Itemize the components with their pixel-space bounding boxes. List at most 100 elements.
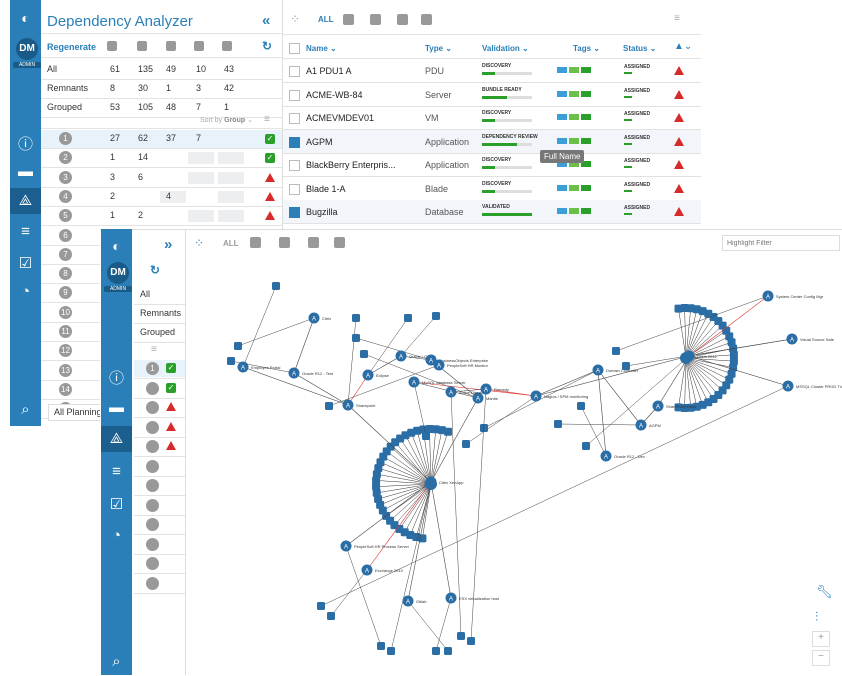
group-number[interactable]: 8: [59, 267, 72, 281]
col-status[interactable]: Status ⌄: [623, 44, 656, 53]
col-name[interactable]: Name ⌄: [306, 44, 337, 53]
row-checkbox[interactable]: [289, 113, 300, 124]
grid-filter-icon[interactable]: [370, 14, 381, 25]
zoom-out-button[interactable]: −: [812, 650, 830, 666]
row-checkbox[interactable]: [289, 207, 300, 218]
group-number[interactable]: 14: [59, 382, 72, 396]
group-number[interactable]: 13: [59, 363, 72, 377]
info-icon[interactable]: ⓘ: [10, 133, 41, 154]
filter-all-button[interactable]: ALL: [223, 239, 239, 248]
row-checkbox[interactable]: [289, 89, 300, 101]
pie-chart-icon[interactable]: ◔: [10, 283, 41, 300]
tag-chip[interactable]: [569, 184, 579, 191]
checkbox-icon[interactable]: ☑: [10, 254, 41, 272]
group-number[interactable]: [146, 459, 159, 473]
tag-chip[interactable]: [569, 137, 579, 144]
graph-filter-icon[interactable]: ⁘: [290, 12, 300, 26]
group-number[interactable]: 1: [146, 362, 159, 375]
group-number[interactable]: 5: [59, 209, 72, 223]
row-checkbox[interactable]: [289, 136, 300, 148]
row-checkbox[interactable]: [289, 160, 300, 171]
table-filter-icon[interactable]: ≡: [674, 13, 680, 24]
database-filter-icon[interactable]: [397, 14, 408, 25]
row-name[interactable]: ACME-WB-84: [306, 90, 363, 100]
tag-chip[interactable]: [581, 208, 591, 214]
dependency-icon[interactable]: ⟁: [10, 188, 41, 214]
tag-chip[interactable]: [581, 137, 591, 144]
group-label[interactable]: Remnants: [140, 308, 181, 318]
search-icon[interactable]: ⌕: [10, 401, 41, 418]
row-name[interactable]: Bugzilla: [306, 207, 338, 217]
select-all-checkbox[interactable]: [289, 43, 300, 54]
group-number[interactable]: [146, 557, 159, 570]
bars-icon[interactable]: ≡: [101, 463, 132, 480]
avatar[interactable]: DM: [16, 38, 38, 60]
filter-all-button[interactable]: ALL: [318, 15, 334, 24]
row-checkbox[interactable]: [289, 183, 300, 195]
search-icon[interactable]: ⌕: [101, 653, 132, 670]
col-type[interactable]: Type ⌄: [425, 44, 452, 53]
group-number[interactable]: [146, 440, 159, 453]
group-number[interactable]: [146, 498, 159, 512]
group-number[interactable]: 1: [59, 132, 72, 145]
expand-button[interactable]: »: [164, 236, 172, 253]
highlight-filter-input[interactable]: [722, 235, 840, 251]
row-name[interactable]: A1 PDU1 A: [306, 66, 352, 76]
server-filter-icon[interactable]: [250, 237, 261, 248]
group-number[interactable]: 9: [59, 286, 72, 300]
tag-chip[interactable]: [557, 67, 567, 73]
graph-filter-icon[interactable]: ⁘: [194, 236, 204, 250]
server-filter-icon[interactable]: [343, 14, 354, 25]
group-number[interactable]: 11: [59, 325, 72, 338]
filter-icon[interactable]: ≡: [264, 114, 270, 125]
tag-chip[interactable]: [581, 67, 591, 73]
avatar[interactable]: DM: [107, 262, 129, 284]
filter-icon[interactable]: ≡: [151, 344, 157, 355]
pie-chart-icon[interactable]: ◔: [101, 527, 132, 544]
group-number[interactable]: 3: [59, 170, 72, 184]
tag-chip[interactable]: [557, 90, 567, 97]
row-name[interactable]: BlackBerry Enterpris...: [306, 160, 396, 170]
database-filter-icon[interactable]: [308, 237, 319, 248]
tag-chip[interactable]: [557, 208, 567, 214]
group-number[interactable]: 2: [59, 151, 72, 165]
group-number[interactable]: [146, 401, 159, 414]
zoom-in-button[interactable]: +: [812, 631, 830, 647]
tag-chip[interactable]: [581, 90, 591, 97]
group-number[interactable]: [146, 479, 159, 492]
group-number[interactable]: [146, 537, 159, 551]
group-number[interactable]: 7: [59, 247, 72, 261]
group-label[interactable]: Grouped: [140, 327, 175, 337]
tag-chip[interactable]: [557, 137, 567, 144]
row-name[interactable]: ACMEVMDEV01: [306, 113, 374, 123]
network-filter-icon[interactable]: [334, 237, 345, 248]
tag-chip[interactable]: [569, 114, 579, 120]
col-validation[interactable]: Validation ⌄: [482, 44, 529, 53]
group-label[interactable]: All: [140, 289, 150, 299]
info-icon[interactable]: ⓘ: [101, 367, 132, 388]
dependency-icon[interactable]: ⟁: [101, 426, 132, 452]
group-number[interactable]: [146, 381, 159, 395]
tag-chip[interactable]: [557, 184, 567, 191]
tag-chip[interactable]: [569, 90, 579, 97]
group-number[interactable]: 6: [59, 228, 72, 242]
row-checkbox[interactable]: [289, 66, 300, 77]
briefcase-icon[interactable]: ▬: [101, 399, 132, 416]
group-number[interactable]: 10: [59, 305, 72, 319]
group-number[interactable]: [146, 420, 159, 434]
tag-chip[interactable]: [581, 184, 591, 191]
sort-control[interactable]: Sort by Group ⌄: [200, 116, 253, 124]
wrench-icon[interactable]: 🔧︎: [816, 584, 833, 600]
refresh-icon[interactable]: ↻: [262, 39, 272, 53]
regenerate-button[interactable]: Regenerate: [47, 42, 96, 52]
bars-icon[interactable]: ≡: [10, 223, 41, 240]
network-filter-icon[interactable]: [421, 14, 432, 25]
checkbox-icon[interactable]: ☑: [101, 495, 132, 513]
group-number[interactable]: [146, 576, 159, 590]
group-number[interactable]: 4: [59, 189, 72, 203]
group-number[interactable]: [146, 518, 159, 531]
dependency-graph[interactable]: A Citrix A Oracle R12 - Test A Employee Porta…: [186, 256, 842, 675]
col-alert-icon[interactable]: ▲⌄: [674, 41, 692, 52]
tag-chip[interactable]: [557, 114, 567, 120]
tag-chip[interactable]: [581, 114, 591, 120]
